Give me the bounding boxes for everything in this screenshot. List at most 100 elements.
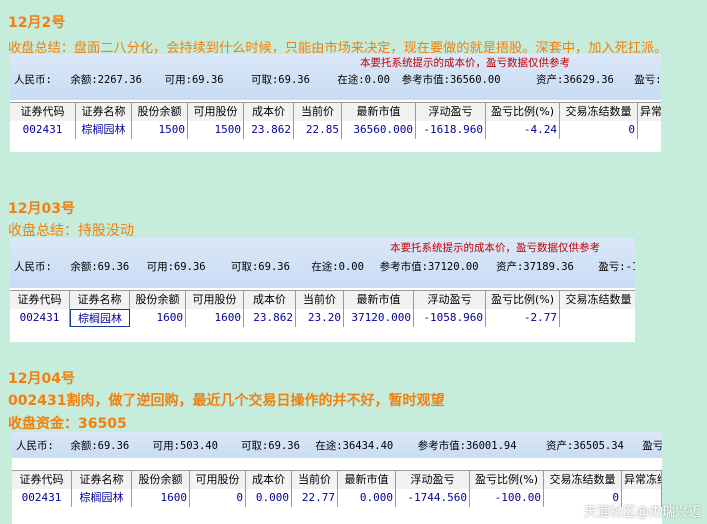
available-value: 可用:69.36: [164, 74, 224, 86]
col-market-value[interactable]: 最新市值: [344, 291, 414, 309]
cell-market-value: 37120.000: [344, 309, 414, 327]
in-transit-value: 在途:0.00: [337, 74, 390, 86]
col-market-value[interactable]: 最新市值: [342, 103, 416, 121]
col-float-pnl[interactable]: 浮动盈亏: [416, 103, 486, 121]
ref-value: 参考市值:36001.94: [417, 440, 517, 452]
col-code[interactable]: 证券代码: [12, 471, 72, 489]
entry2-date: 12月03号: [8, 201, 75, 217]
entry2-account-bar: 本要托系统提示的成本价，盈亏数据仅供参考 人民币: 余额:69.36 可用:69…: [10, 238, 635, 288]
ref-value: 参考市值:36560.00: [401, 74, 501, 86]
withdrawable-value: 可取:69.36: [230, 261, 290, 273]
col-abnormal[interactable]: 异常冻结: [622, 471, 662, 489]
col-shares[interactable]: 股份余额: [132, 471, 190, 489]
col-frozen[interactable]: 交易冻结数量: [560, 291, 635, 309]
col-frozen[interactable]: 交易冻结数量: [560, 103, 638, 121]
col-pnl-ratio[interactable]: 盈亏比例(%): [470, 471, 544, 489]
cell-float-pnl: -1058.960: [414, 309, 486, 327]
col-market-value[interactable]: 最新市值: [338, 471, 396, 489]
col-name[interactable]: 证券名称: [72, 471, 132, 489]
entry3-date: 12月04号: [8, 371, 75, 387]
withdrawable-value: 可取:69.36: [240, 440, 300, 452]
currency-label: 人民币:: [14, 261, 52, 273]
ref-value: 参考市值:37120.00: [379, 261, 479, 273]
col-float-pnl[interactable]: 浮动盈亏: [396, 471, 470, 489]
entry2-position-panel: 本要托系统提示的成本价，盈亏数据仅供参考 人民币: 余额:69.36 可用:69…: [10, 238, 635, 342]
pnl-value: 盈亏:-1744.56: [642, 440, 662, 452]
cell-cost: 23.862: [244, 121, 294, 139]
col-pnl-ratio[interactable]: 盈亏比例(%): [486, 291, 560, 309]
col-cost[interactable]: 成本价: [244, 291, 296, 309]
pnl-value: 盈亏:-1618.96: [634, 74, 661, 86]
cell-float-pnl: -1618.960: [416, 121, 486, 139]
col-name[interactable]: 证券名称: [76, 103, 132, 121]
cell-pnl-ratio: -4.24: [486, 121, 560, 139]
col-shares[interactable]: 股份余额: [130, 291, 186, 309]
entry1-position-panel: 本要托系统提示的成本价，盈亏数据仅供参考 人民币: 余额:2267.36 可用:…: [10, 54, 661, 152]
entry3-note: 002431割肉，做了逆回购，最近几个交易日操作的并不好，暂时观望: [8, 393, 445, 409]
col-price[interactable]: 当前价: [292, 471, 338, 489]
entry3-closing-funds: 收盘资金：36505: [8, 416, 127, 432]
entry3-account-bar: 人民币: 余额:69.36 可用:503.40 可取:69.36 在途:3643…: [12, 432, 662, 458]
assets-value: 资产:36505.34: [545, 440, 624, 452]
balance-value: 余额:69.36: [70, 440, 130, 452]
col-available[interactable]: 可用股份: [190, 471, 246, 489]
cell-shares: 1600: [130, 309, 186, 327]
in-transit-value: 在途:0.00: [311, 261, 364, 273]
col-pnl-ratio[interactable]: 盈亏比例(%): [486, 103, 560, 121]
col-code[interactable]: 证券代码: [10, 103, 76, 121]
cell-price: 22.77: [292, 489, 338, 507]
col-cost[interactable]: 成本价: [244, 103, 294, 121]
col-float-pnl[interactable]: 浮动盈亏: [414, 291, 486, 309]
balance-value: 余额:69.36: [70, 261, 130, 273]
cell-frozen: [560, 309, 635, 327]
entry3-table-row[interactable]: 002431 棕榈园林 1600 0 0.000 22.77 0.000 -17…: [12, 489, 662, 507]
entry1-table-header: 证券代码 证券名称 股份余额 可用股份 成本价 当前价 最新市值 浮动盈亏 盈亏…: [10, 102, 661, 122]
currency-label: 人民币:: [16, 440, 54, 452]
entry2-table-row[interactable]: 002431 棕榈园林 1600 1600 23.862 23.20 37120…: [10, 309, 635, 327]
cell-pnl-ratio: -100.00: [470, 489, 544, 507]
available-value: 可用:69.36: [146, 261, 206, 273]
assets-value: 资产:37189.36: [495, 261, 574, 273]
col-price[interactable]: 当前价: [294, 103, 342, 121]
cell-code: 002431: [10, 309, 70, 327]
col-cost[interactable]: 成本价: [246, 471, 292, 489]
cell-name: 棕榈园林: [76, 121, 132, 139]
entry3-account-line: 人民币: 余额:69.36 可用:503.40 可取:69.36 在途:3643…: [16, 438, 662, 453]
entry2-table-header: 证券代码 证券名称 股份余额 可用股份 成本价 当前价 最新市值 浮动盈亏 盈亏…: [10, 290, 635, 310]
col-price[interactable]: 当前价: [296, 291, 344, 309]
col-name[interactable]: 证券名称: [70, 291, 130, 309]
currency-label: 人民币:: [14, 74, 52, 86]
col-available[interactable]: 可用股份: [188, 103, 244, 121]
cell-price: 23.20: [296, 309, 344, 327]
cell-shares: 1500: [132, 121, 188, 139]
entry2-account-line: 人民币: 余额:69.36 可用:69.36 可取:69.36 在途:0.00 …: [14, 259, 635, 274]
entry1-date: 12月2号: [8, 15, 66, 31]
balance-value: 余额:2267.36: [70, 74, 142, 86]
site-watermark: 天涯社区@杰瑞兴迈: [583, 505, 701, 520]
cell-cost: 23.862: [244, 309, 296, 327]
cell-available: 1600: [186, 309, 244, 327]
col-code[interactable]: 证券代码: [10, 291, 70, 309]
entry3-position-panel: 人民币: 余额:69.36 可用:503.40 可取:69.36 在途:3643…: [12, 432, 662, 524]
cell-code: 002431: [10, 121, 76, 139]
col-abnormal[interactable]: 异常: [638, 103, 661, 121]
cell-abnormal: [638, 121, 661, 139]
cell-name: 棕榈园林: [70, 309, 130, 327]
entry1-table-row[interactable]: 002431 棕榈园林 1500 1500 23.862 22.85 36560…: [10, 121, 661, 139]
cell-float-pnl: -1744.560: [396, 489, 470, 507]
cell-available: 1500: [188, 121, 244, 139]
col-shares[interactable]: 股份余额: [132, 103, 188, 121]
col-frozen[interactable]: 交易冻结数量: [544, 471, 622, 489]
cell-shares: 1600: [132, 489, 190, 507]
cell-price: 22.85: [294, 121, 342, 139]
entry2-notice: 本要托系统提示的成本价，盈亏数据仅供参考: [390, 242, 600, 254]
entry3-table-header: 证券代码 证券名称 股份余额 可用股份 成本价 当前价 最新市值 浮动盈亏 盈亏…: [12, 470, 662, 490]
cell-pnl-ratio: -2.77: [486, 309, 560, 327]
col-available[interactable]: 可用股份: [186, 291, 244, 309]
cell-name: 棕榈园林: [72, 489, 132, 507]
available-value: 可用:503.40: [152, 440, 218, 452]
entry2-summary: 收盘总结：持股没动: [8, 223, 134, 239]
cell-frozen: 0: [560, 121, 638, 139]
in-transit-value: 在途:36434.40: [315, 440, 394, 452]
cell-available: 0: [190, 489, 246, 507]
